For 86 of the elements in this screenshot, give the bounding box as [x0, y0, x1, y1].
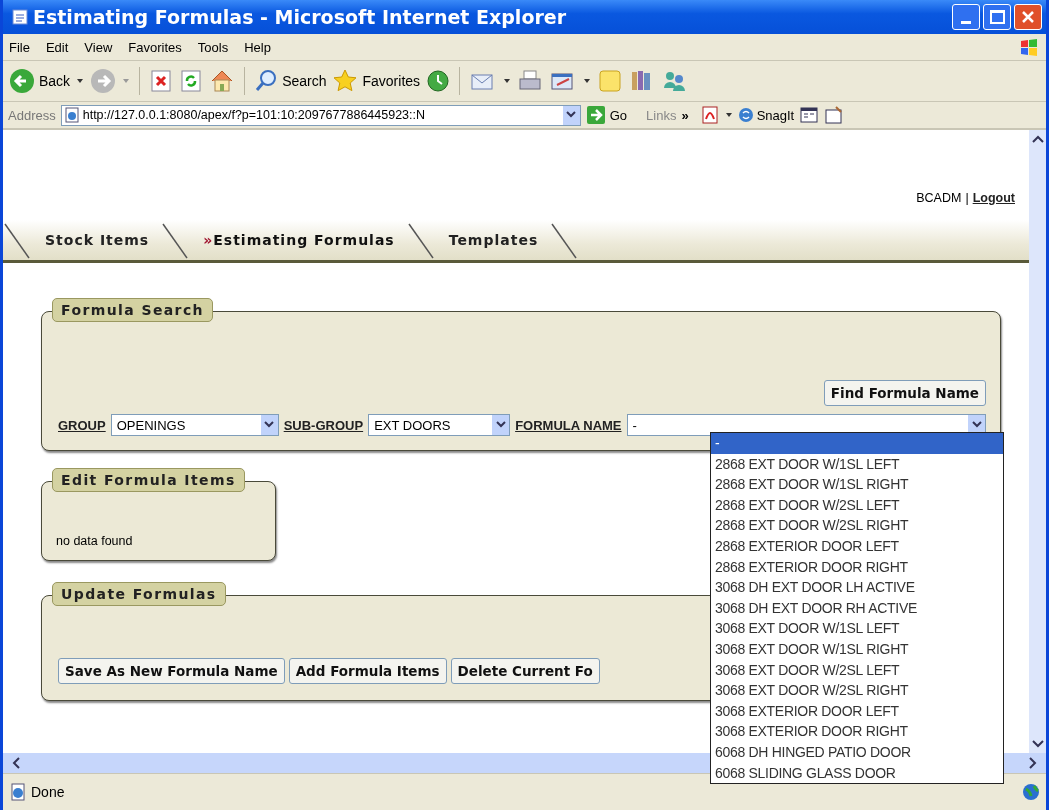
- dropdown-option[interactable]: 2868 EXT DOOR W/2SL RIGHT: [711, 515, 1003, 536]
- vertical-scrollbar[interactable]: [1029, 130, 1046, 753]
- chevron-down-icon: [264, 421, 275, 429]
- dropdown-option[interactable]: 3068 DH EXT DOOR RH ACTIVE: [711, 597, 1003, 619]
- region-title: Formula Search: [52, 298, 213, 322]
- menu-item[interactable]: Favorites: [128, 39, 182, 55]
- back-button[interactable]: Back: [9, 68, 71, 94]
- nav-tab[interactable]: Stock Items: [33, 232, 162, 248]
- nav-tab[interactable]: »Estimating Formulas: [191, 232, 407, 248]
- dropdown-option[interactable]: 3068 EXTERIOR DOOR LEFT: [711, 700, 1003, 722]
- globe-icon: [1022, 783, 1040, 801]
- history-clock-icon[interactable]: [426, 69, 451, 93]
- star-icon: [332, 68, 359, 94]
- stop-icon[interactable]: [149, 69, 174, 93]
- windows-logo-icon: [1018, 36, 1040, 58]
- dropdown-option[interactable]: 3068 EXT DOOR W/2SL RIGHT: [711, 680, 1003, 701]
- empty-message: no data found: [56, 534, 133, 548]
- select-field[interactable]: OPENINGS: [110, 414, 279, 436]
- region-title: Edit Formula Items: [52, 468, 245, 492]
- menu-item[interactable]: Tools: [197, 39, 229, 55]
- search-icon: [254, 69, 279, 93]
- field-label-link[interactable]: GROUP: [58, 417, 106, 433]
- separator-text: |: [965, 191, 969, 205]
- menu-item[interactable]: Edit: [45, 39, 69, 55]
- menu-item[interactable]: View: [84, 39, 113, 55]
- printer-icon[interactable]: [517, 69, 544, 93]
- window-capture-icon[interactable]: [799, 105, 820, 125]
- capture-options-icon[interactable]: [824, 105, 845, 125]
- dropdown-option[interactable]: 3068 DH EXT DOOR LH ACTIVE: [711, 577, 1003, 598]
- dropdown-caret-icon[interactable]: [583, 77, 592, 85]
- dropdown-caret-icon[interactable]: [76, 77, 85, 85]
- go-button[interactable]: Go: [585, 105, 628, 125]
- refresh-icon[interactable]: [179, 69, 204, 93]
- region-title: Update Formulas: [52, 582, 226, 606]
- dropdown-option[interactable]: 2868 EXT DOOR W/1SL RIGHT: [711, 474, 1003, 495]
- select-field[interactable]: EXT DOORS: [368, 414, 511, 436]
- page-icon: [9, 783, 27, 801]
- dropdown-caret-icon[interactable]: [724, 111, 733, 119]
- action-button[interactable]: Save As New Formula Name: [58, 658, 285, 684]
- dropdown-option[interactable]: 2868 EXTERIOR DOOR LEFT: [711, 535, 1003, 557]
- snagit-button[interactable]: SnagIt: [737, 107, 795, 123]
- chevron-left-icon: [11, 757, 21, 769]
- maximize-button[interactable]: [983, 4, 1011, 30]
- url-text: http://127.0.0.1:8080/apex/f?p=101:10:2097677886445923::N: [82, 108, 427, 122]
- address-label: Address: [8, 107, 56, 123]
- window-title: Estimating Formulas - Microsoft Internet Explorer: [33, 6, 568, 28]
- close-icon: [1021, 10, 1035, 24]
- close-button[interactable]: [1014, 4, 1042, 30]
- dropdown-option[interactable]: 2868 EXTERIOR DOOR RIGHT: [711, 556, 1003, 578]
- dropdown-button[interactable]: [562, 105, 580, 125]
- status-text: Done: [31, 784, 65, 800]
- minimize-button[interactable]: [952, 4, 980, 30]
- address-field[interactable]: http://127.0.0.1:8080/apex/f?p=101:10:2097677886445923::N: [60, 104, 581, 126]
- logout-link[interactable]: Logout: [972, 191, 1015, 205]
- snagit-logo-icon: [737, 107, 754, 123]
- chevron-down-icon: [1031, 739, 1044, 749]
- field-label-link[interactable]: SUB-GROUP: [283, 417, 364, 433]
- page-icon: [11, 8, 29, 26]
- dropdown-option[interactable]: 3068 EXT DOOR W/1SL LEFT: [711, 618, 1003, 639]
- dropdown-option[interactable]: 3068 EXTERIOR DOOR RIGHT: [711, 721, 1003, 742]
- page-icon: [63, 107, 80, 123]
- nav-tab[interactable]: Templates: [436, 232, 551, 248]
- menu-item[interactable]: File: [9, 39, 30, 55]
- dropdown-option[interactable]: 2868 EXT DOOR W/2SL LEFT: [711, 494, 1003, 516]
- chevron-down-icon: [566, 111, 577, 119]
- chevron-down-icon: [971, 421, 982, 429]
- action-button[interactable]: Add Formula Items: [288, 658, 447, 684]
- chevron-up-icon: [1031, 134, 1044, 144]
- menu-item[interactable]: Help: [244, 39, 271, 55]
- dropdown-option[interactable]: 3068 EXT DOOR W/2SL LEFT: [711, 659, 1003, 681]
- dropdown-caret-icon[interactable]: [503, 77, 512, 85]
- action-button[interactable]: Delete Current Fo: [450, 658, 600, 684]
- pdf-icon[interactable]: [699, 105, 720, 125]
- field-label-link[interactable]: FORMULA NAME: [515, 417, 622, 433]
- dropdown-option[interactable]: 3068 EXT DOOR W/1SL RIGHT: [711, 638, 1003, 660]
- favorites-button[interactable]: Favorites: [332, 68, 421, 94]
- chevron-right-icon: [1028, 757, 1038, 769]
- dropdown-option[interactable]: 2868 EXT DOOR W/1SL LEFT: [711, 453, 1003, 475]
- dropdown-option[interactable]: -: [711, 433, 1003, 454]
- dropdown-option[interactable]: 6068 DH HINGED PATIO DOOR: [711, 741, 1003, 763]
- chevron-down-icon: [495, 421, 506, 429]
- find-formula-name-button[interactable]: Find Formula Name: [823, 380, 986, 406]
- username: BCADM: [916, 191, 962, 205]
- search-button[interactable]: Search: [254, 69, 327, 93]
- more-links-button[interactable]: »: [681, 107, 689, 123]
- dropdown-option[interactable]: 6068 SLIDING GLASS DOOR: [711, 762, 1003, 784]
